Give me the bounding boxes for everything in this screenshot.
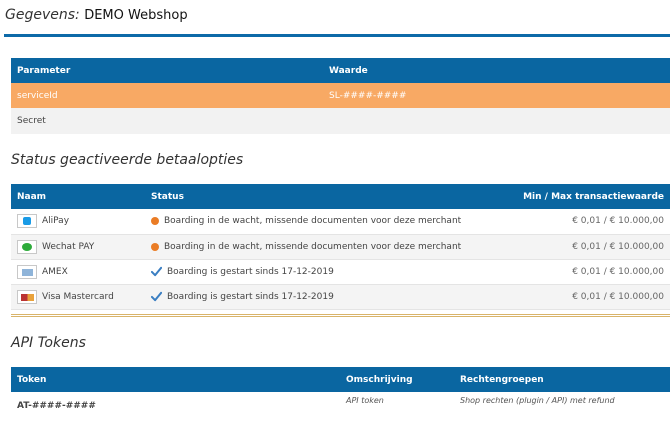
payment-methods-table: Naam Status Min / Max transactiewaarde A…: [11, 184, 670, 310]
method-status: Boarding in de wacht, missende documente…: [164, 241, 462, 252]
api-tokens-table: Token Omschrijving Rechtengroepen AT-###…: [11, 367, 670, 419]
shop-name: DEMO Webshop: [84, 8, 188, 23]
section-divider: [11, 314, 670, 317]
method-status: Boarding is gestart sinds 17-12-2019: [167, 266, 334, 277]
column-header-rights: Rechtengroepen: [454, 367, 670, 392]
table-row: serviceId SL-####-####: [11, 83, 670, 108]
section-title-payment-status: Status geactiveerde betaalopties: [11, 152, 244, 168]
method-name: AliPay: [42, 216, 70, 227]
table-row: Wechat PAY Boarding in de wacht, missend…: [11, 234, 670, 260]
table-row: Visa Mastercard Boarding is gestart sind…: [11, 284, 670, 310]
token-rights: Shop rechten (plugin / API) met refund: [460, 396, 615, 405]
column-header-parameter: Parameter: [11, 58, 323, 83]
column-header-token: Token: [11, 367, 340, 392]
alipay-icon: [17, 214, 37, 229]
title-divider: [4, 34, 670, 37]
method-amount: € 0,01 / € 10.000,00: [470, 234, 670, 260]
checkmark-icon: [151, 266, 162, 277]
method-name: AMEX: [42, 266, 68, 277]
column-header-status: Status: [145, 184, 470, 209]
method-amount: € 0,01 / € 10.000,00: [470, 209, 670, 235]
parameter-value: [323, 108, 670, 134]
column-header-name: Naam: [11, 184, 145, 209]
column-header-description: Omschrijving: [340, 367, 454, 392]
parameter-name: serviceId: [11, 83, 323, 108]
method-amount: € 0,01 / € 10.000,00: [470, 259, 670, 285]
method-name: Wechat PAY: [42, 241, 95, 252]
pending-dot-icon: [151, 242, 159, 251]
column-header-min-max: Min / Max transactiewaarde: [470, 184, 670, 209]
table-row: Secret: [11, 108, 670, 134]
page-title: Gegevens: DEMO Webshop: [5, 7, 188, 23]
method-name: Visa Mastercard: [42, 291, 114, 302]
parameter-name: Secret: [11, 108, 323, 134]
method-status: Boarding in de wacht, missende documente…: [164, 216, 462, 227]
wechat-icon: [17, 239, 37, 254]
token-value: AT-####-####: [17, 400, 96, 411]
column-header-value: Waarde: [323, 58, 670, 83]
section-title-api-tokens: API Tokens: [11, 335, 86, 351]
amex-icon: [17, 264, 37, 279]
visa-mastercard-icon: [17, 289, 37, 304]
table-row: AT-####-#### API token Shop rechten (plu…: [11, 392, 670, 419]
parameter-value: SL-####-####: [323, 83, 670, 108]
method-status: Boarding is gestart sinds 17-12-2019: [167, 291, 334, 302]
page-title-label: Gegevens:: [5, 7, 80, 23]
method-amount: € 0,01 / € 10.000,00: [470, 284, 670, 310]
pending-dot-icon: [151, 217, 159, 226]
token-description: API token: [346, 396, 384, 405]
table-row: AliPay Boarding in de wacht, missende do…: [11, 209, 670, 235]
table-row: AMEX Boarding is gestart sinds 17-12-201…: [11, 259, 670, 285]
checkmark-icon: [151, 291, 162, 302]
parameters-table: Parameter Waarde serviceId SL-####-#### …: [11, 58, 670, 134]
